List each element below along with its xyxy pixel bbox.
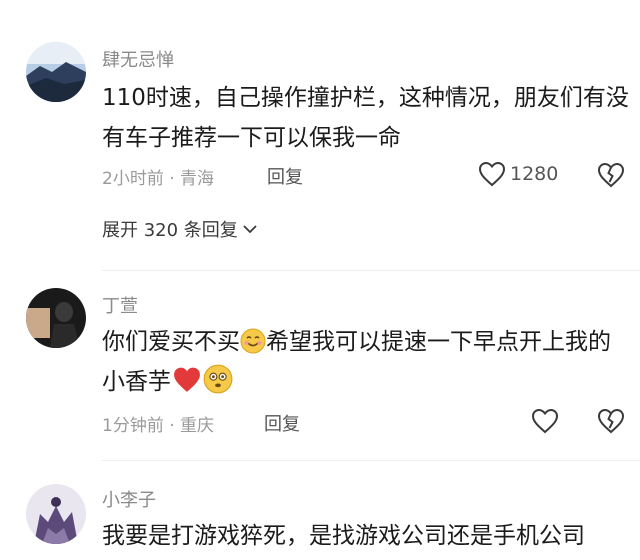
like-count: 1280 — [510, 163, 559, 185]
username[interactable]: 小李子 — [102, 486, 156, 512]
comment-text-part: 你们爱买不买 — [102, 329, 240, 355]
comment-item: 小李子 我要是打游戏猝死，是找游戏公司还是手机公司 — [0, 460, 640, 560]
username[interactable]: 肆无忌惮 — [102, 46, 174, 72]
broken-heart-icon — [597, 162, 625, 188]
smiling-face-emoji — [240, 328, 266, 354]
heart-outline-icon — [531, 408, 559, 434]
dizzy-face-emoji — [203, 364, 233, 394]
expand-replies-label: 展开 320 条回复 — [102, 220, 238, 241]
avatar[interactable] — [26, 288, 86, 348]
heart-outline-icon — [478, 161, 506, 187]
avatar-image — [26, 42, 86, 102]
avatar-image — [26, 484, 86, 544]
comment-item: 肆无忌惮 110时速，自己操作撞护栏，这种情况，朋友们有没有车子推荐一下可以保我… — [0, 0, 640, 270]
avatar[interactable] — [26, 484, 86, 544]
avatar[interactable] — [26, 42, 86, 102]
username[interactable]: 丁萱 — [102, 292, 138, 318]
reply-button[interactable]: 回复 — [264, 410, 300, 436]
expand-replies-button[interactable]: 展开 320 条回复 — [102, 216, 258, 242]
comment-text: 我要是打游戏猝死，是找游戏公司还是手机公司 — [102, 523, 585, 549]
like-button[interactable]: 1280 — [478, 161, 558, 187]
red-heart-emoji — [174, 367, 200, 392]
comment-item: 丁萱 你们爱买不买 希望我可以提速一下早点开上我的小香芋 1分钟前 · 重庆 回复 — [0, 270, 640, 460]
dislike-button[interactable] — [597, 408, 625, 434]
comment-meta: 1分钟前 · 重庆 — [102, 416, 215, 436]
avatar-image — [26, 288, 86, 348]
dislike-button[interactable] — [597, 162, 625, 188]
chevron-down-icon — [243, 225, 257, 234]
comment-text: 110时速，自己操作撞护栏，这种情况，朋友们有没有车子推荐一下可以保我一命 — [102, 85, 629, 151]
like-button[interactable] — [531, 408, 559, 434]
comment-text: 你们爱买不买 希望我可以提速一下早点开上我的小香芋 — [102, 322, 632, 402]
broken-heart-icon — [597, 408, 625, 434]
reply-button[interactable]: 回复 — [267, 163, 303, 189]
comment-meta: 2小时前 · 青海 — [102, 169, 215, 189]
